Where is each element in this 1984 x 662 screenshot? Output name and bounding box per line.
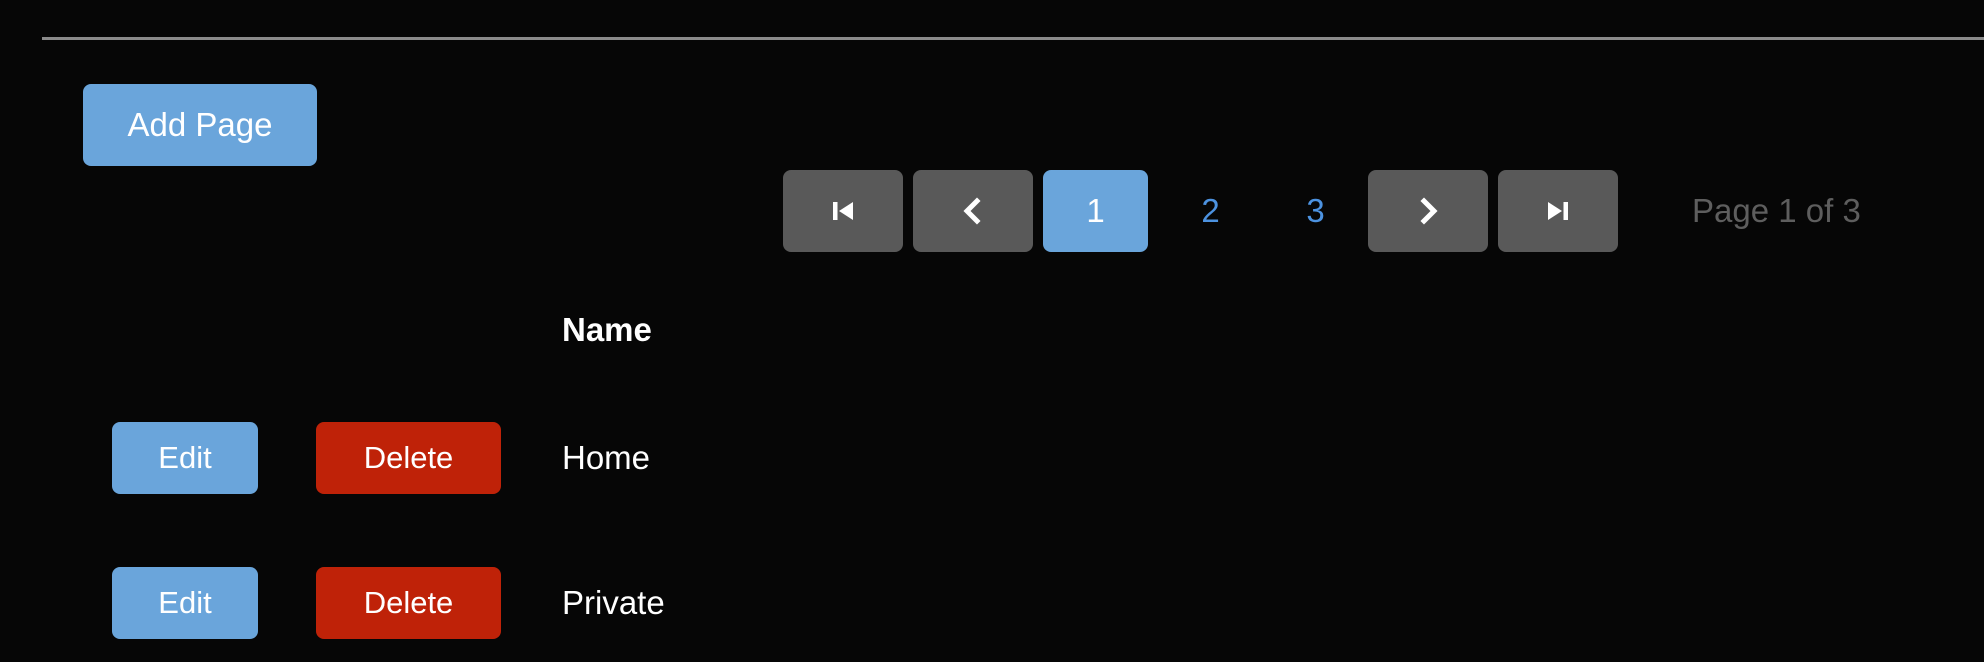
table-header-row: Name (0, 275, 1984, 385)
pagination-next-button[interactable] (1368, 170, 1488, 252)
chevron-left-icon (958, 196, 988, 226)
table-cell-name: Private (562, 583, 665, 621)
pagination-status: Page 1 of 3 (1692, 192, 1861, 229)
edit-button[interactable]: Edit (112, 421, 258, 494)
delete-button[interactable]: Delete (316, 421, 501, 494)
table-header-name: Name (562, 311, 652, 348)
table-row-actions-cell: Edit Delete (0, 566, 562, 639)
pages-table: Name Edit Delete Home Edit Delete Privat… (0, 275, 1984, 662)
edit-button[interactable]: Edit (112, 566, 258, 639)
table-cell-name: Home (562, 438, 651, 476)
pagination-prev-button[interactable] (913, 170, 1033, 252)
pagination-page-3[interactable]: 3 (1263, 170, 1368, 252)
table-row: Edit Delete Private (0, 530, 1984, 662)
pagination-first-button[interactable] (783, 170, 903, 252)
pagination-page-2[interactable]: 2 (1158, 170, 1263, 252)
pagination-page-1[interactable]: 1 (1043, 170, 1148, 252)
delete-button[interactable]: Delete (316, 566, 501, 639)
header-divider (42, 37, 1984, 40)
add-page-button[interactable]: Add Page (83, 84, 317, 166)
pagination-last-button[interactable] (1498, 170, 1618, 252)
chevron-right-icon (1413, 196, 1443, 226)
table-row: Edit Delete Home (0, 385, 1984, 530)
pagination: 1 2 3 Page 1 of 3 (783, 170, 1861, 252)
table-row-actions-cell: Edit Delete (0, 421, 562, 494)
skip-back-icon (828, 196, 858, 226)
skip-forward-icon (1543, 196, 1573, 226)
